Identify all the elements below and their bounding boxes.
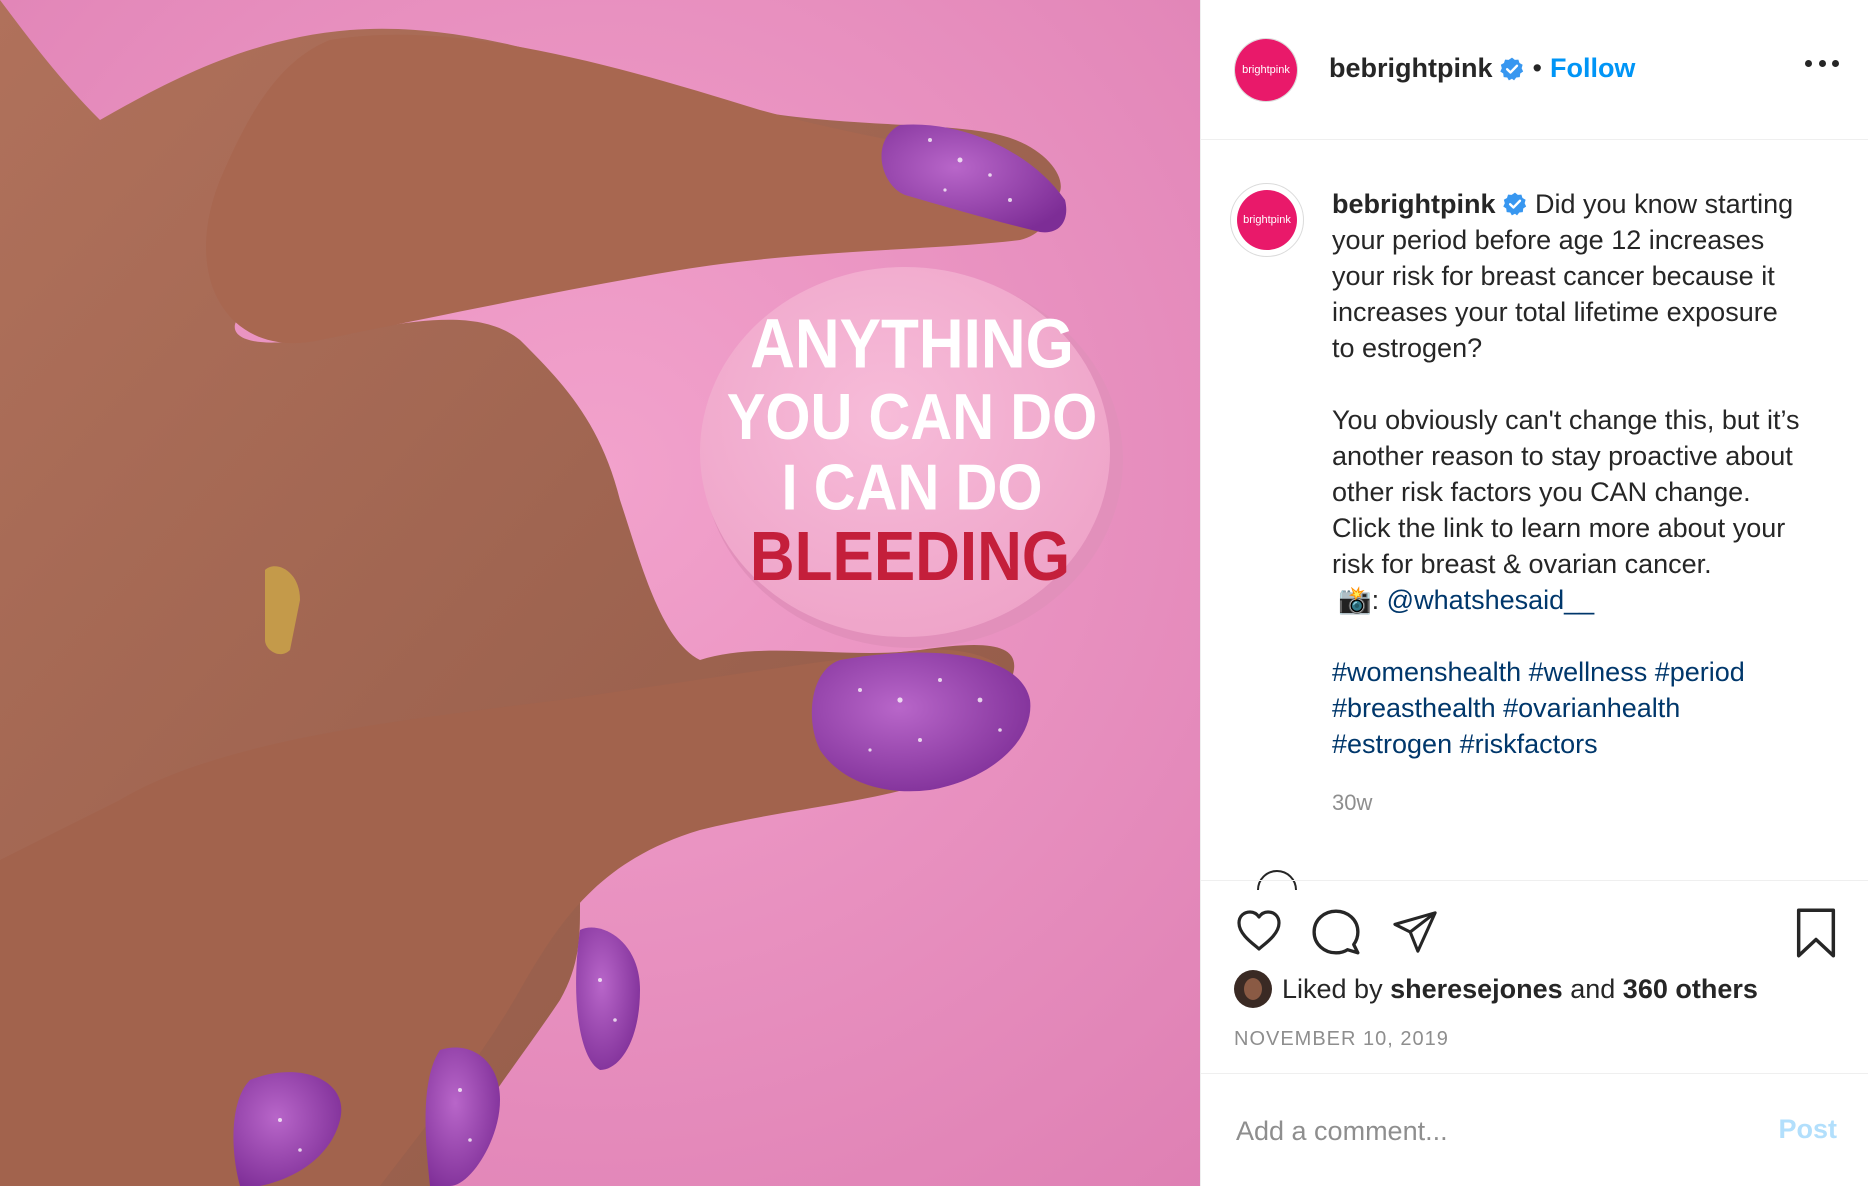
hashtag-line: #breasthealth #ovarianhealth bbox=[1332, 690, 1852, 726]
mention-link[interactable]: @whatshesaid__ bbox=[1387, 585, 1595, 615]
instagram-post: ANYTHING YOU CAN DO I CAN DO BLEEDING br… bbox=[0, 0, 1868, 1186]
avatar: brightpink bbox=[1237, 190, 1297, 250]
heart-icon[interactable] bbox=[1233, 907, 1285, 955]
caption-avatar-ring[interactable]: brightpink bbox=[1230, 183, 1304, 257]
header-user-row: bebrightpink • Follow bbox=[1329, 53, 1635, 84]
header-separator: • bbox=[1532, 53, 1542, 83]
caption-text: risk for breast & ovarian cancer. bbox=[1332, 549, 1712, 579]
caption-timestamp[interactable]: 30w bbox=[1332, 790, 1372, 816]
comment-input[interactable] bbox=[1234, 1110, 1738, 1152]
comment-bar: Post bbox=[1201, 1073, 1868, 1186]
caption-text: You obviously can't change this, but it’… bbox=[1332, 405, 1800, 435]
slogan-line-3: I CAN DO bbox=[782, 452, 1043, 525]
post-photo[interactable]: ANYTHING YOU CAN DO I CAN DO BLEEDING bbox=[0, 0, 1200, 1186]
slogan-line-4: BLEEDING bbox=[750, 517, 1070, 595]
post-header: brightpink bebrightpink • Follow bbox=[1201, 0, 1868, 140]
hashtag-link[interactable]: #womenshealth bbox=[1332, 657, 1521, 687]
verified-badge-icon bbox=[1502, 192, 1526, 216]
caption-text: increases your total lifetime exposure bbox=[1332, 297, 1778, 327]
bookmark-icon[interactable] bbox=[1793, 907, 1839, 959]
verified-badge-icon bbox=[1499, 57, 1523, 80]
more-options-icon[interactable] bbox=[1805, 56, 1839, 70]
header-avatar-ring[interactable]: brightpink bbox=[1234, 38, 1298, 102]
caption: bebrightpink Did you know starting your … bbox=[1332, 186, 1852, 762]
liker-avatar[interactable] bbox=[1234, 970, 1272, 1008]
hashtag-link[interactable]: #wellness bbox=[1529, 657, 1648, 687]
slogan-line-2: YOU CAN DO bbox=[727, 381, 1097, 454]
liker-username[interactable]: sheresejones bbox=[1390, 974, 1563, 1005]
caption-text: another reason to stay proactive about bbox=[1332, 441, 1793, 471]
camera-emoji: 📸 bbox=[1338, 585, 1372, 615]
post-date[interactable]: NOVEMBER 10, 2019 bbox=[1234, 1028, 1449, 1051]
caption-text: your risk for breast cancer because it bbox=[1332, 261, 1775, 291]
avatar-logo-text: brightpink bbox=[1243, 214, 1291, 226]
hashtag-line: #estrogen #riskfactors bbox=[1332, 726, 1852, 762]
hashtag-link[interactable]: #period bbox=[1655, 657, 1745, 687]
button-slogan: ANYTHING YOU CAN DO I CAN DO BLEEDING bbox=[727, 304, 1097, 595]
caption-text: Click the link to learn more about your bbox=[1332, 513, 1786, 543]
share-icon[interactable] bbox=[1391, 909, 1439, 955]
caption-username[interactable]: bebrightpink bbox=[1332, 189, 1496, 219]
likes-summary: Liked by sheresejones and 360 others bbox=[1234, 970, 1758, 1008]
caption-text: your period before age 12 increases bbox=[1332, 225, 1765, 255]
header-username[interactable]: bebrightpink bbox=[1329, 53, 1493, 84]
caption-text: other risk factors you CAN change. bbox=[1332, 477, 1751, 507]
slogan-line-1: ANYTHING bbox=[750, 304, 1074, 382]
follow-button[interactable]: Follow bbox=[1550, 53, 1635, 84]
post-side-panel: brightpink bebrightpink • Follow brightp… bbox=[1200, 0, 1868, 1186]
likes-prefix: Liked by bbox=[1282, 973, 1383, 1004]
hashtag-link[interactable]: #estrogen bbox=[1332, 729, 1452, 759]
caption-credit: 📸: @whatshesaid__ bbox=[1332, 582, 1852, 618]
caption-text: Did you know starting bbox=[1535, 189, 1794, 219]
avatar-logo-text: brightpink bbox=[1242, 64, 1290, 76]
hashtag-link[interactable]: #ovarianhealth bbox=[1503, 693, 1680, 723]
likes-middle: and bbox=[1570, 973, 1616, 1004]
hashtag-link[interactable]: #riskfactors bbox=[1460, 729, 1598, 759]
avatar: brightpink bbox=[1235, 39, 1297, 101]
likes-count[interactable]: 360 others bbox=[1623, 974, 1758, 1005]
caption-text: to estrogen? bbox=[1332, 333, 1483, 363]
caption-line: bebrightpink Did you know starting bbox=[1332, 186, 1852, 222]
hashtag-line: #womenshealth #wellness #period bbox=[1332, 654, 1852, 690]
credit-colon: : bbox=[1371, 585, 1380, 615]
hashtag-link[interactable]: #breasthealth bbox=[1332, 693, 1496, 723]
post-comment-button[interactable]: Post bbox=[1778, 1114, 1837, 1145]
comment-icon[interactable] bbox=[1311, 907, 1361, 957]
photo-illustration: ANYTHING YOU CAN DO I CAN DO BLEEDING bbox=[0, 0, 1200, 1186]
